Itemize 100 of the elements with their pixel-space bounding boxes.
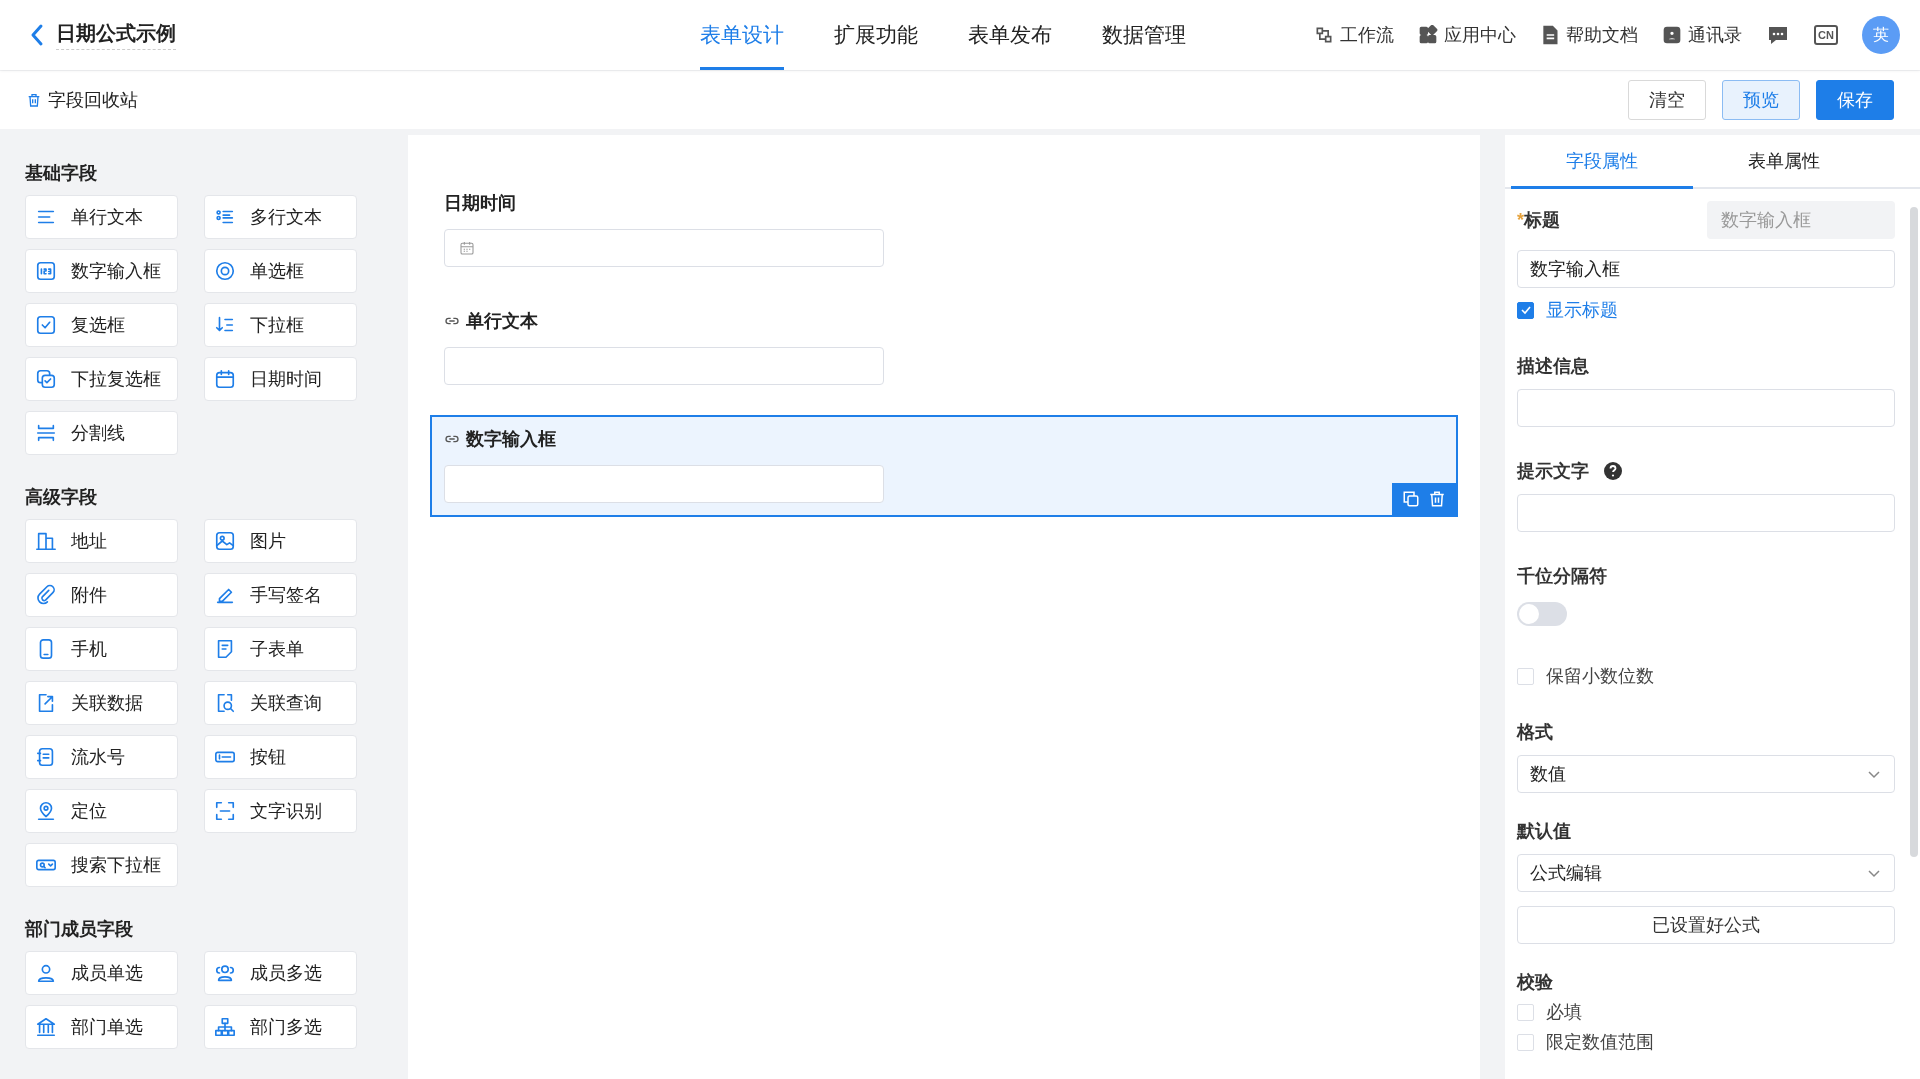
location-pin-icon xyxy=(35,800,57,822)
field-type-item[interactable]: 部门单选 xyxy=(25,1005,178,1049)
bank-icon xyxy=(35,1016,57,1038)
text-input-field[interactable] xyxy=(444,347,884,385)
field-type-item[interactable]: 部门多选 xyxy=(204,1005,357,1049)
field-type-item[interactable]: 单选框 xyxy=(204,249,357,293)
nav-tab[interactable]: 扩展功能 xyxy=(834,0,918,70)
field-type-item[interactable]: 子表单 xyxy=(204,627,357,671)
field-type-item[interactable]: 搜索下拉框 xyxy=(25,843,178,887)
flow-icon xyxy=(1314,25,1335,45)
form-field[interactable]: 日期时间 xyxy=(430,179,1458,281)
field-type-item[interactable]: 分割线 xyxy=(25,411,178,455)
language-button[interactable]: CN xyxy=(1814,25,1838,45)
field-type-item[interactable]: 关联查询 xyxy=(204,681,357,725)
field-label: 千位分隔符 xyxy=(1517,565,1608,588)
person-icon xyxy=(35,962,57,984)
checkbox-icon xyxy=(35,314,57,336)
paperclip-icon xyxy=(35,584,57,606)
field-label: 默认值 xyxy=(1517,820,1572,843)
checkbox-label: 保留小数位数 xyxy=(1546,665,1654,688)
description-input-field[interactable] xyxy=(1517,389,1895,427)
org-chart-icon xyxy=(214,1016,236,1038)
field-type-item[interactable]: 成员单选 xyxy=(25,951,178,995)
divider-icon xyxy=(35,422,57,444)
field-label: 标题 xyxy=(1524,209,1560,232)
field-type-item[interactable]: 按钮 xyxy=(204,735,357,779)
group-title: 部门成员字段 xyxy=(25,918,134,941)
group-title: 高级字段 xyxy=(25,486,98,509)
number-icon xyxy=(35,260,57,282)
nav-tab[interactable]: 数据管理 xyxy=(1102,0,1186,70)
contact-card-icon xyxy=(1662,25,1683,45)
text-input-field[interactable] xyxy=(444,465,884,503)
field-label: 校验 xyxy=(1517,971,1554,994)
field-type-item[interactable]: 下拉框 xyxy=(204,303,357,347)
image-icon xyxy=(214,530,236,552)
toolbar-link[interactable]: 帮助文档 xyxy=(1540,23,1639,47)
grid-icon xyxy=(1418,25,1439,45)
field-type-item[interactable]: 多行文本 xyxy=(204,195,357,239)
field-type-item[interactable]: 文字识别 xyxy=(204,789,357,833)
checkbox[interactable] xyxy=(1517,301,1534,319)
field-type-item[interactable]: 复选框 xyxy=(25,303,178,347)
checkbox-stack-icon xyxy=(35,368,57,390)
toolbar-link[interactable]: 工作流 xyxy=(1314,23,1395,47)
field-type-item[interactable]: 数字输入框 xyxy=(25,249,178,293)
toolbar-link[interactable]: 通讯录 xyxy=(1662,23,1743,47)
checkbox-label: 限定数值范围 xyxy=(1546,1031,1654,1054)
field-type-item[interactable]: 流水号 xyxy=(25,735,178,779)
radio-icon xyxy=(214,260,236,282)
field-type-item[interactable]: 附件 xyxy=(25,573,178,617)
calendar-icon xyxy=(459,240,475,256)
toolbar-button[interactable]: 保存 xyxy=(1816,80,1894,120)
app-title: 日期公式示例 xyxy=(56,20,176,50)
form-field[interactable]: 数字输入框 xyxy=(430,415,1458,517)
hint-input-field[interactable] xyxy=(1517,494,1895,532)
required-mark: * xyxy=(1517,209,1524,231)
back-icon[interactable] xyxy=(30,23,44,47)
trash-icon[interactable] xyxy=(1428,490,1446,508)
copy-icon[interactable] xyxy=(1402,490,1420,508)
toolbar-button[interactable]: 预览 xyxy=(1722,80,1800,120)
toolbar-link[interactable]: 应用中心 xyxy=(1418,23,1517,47)
toolbar-button[interactable]: 清空 xyxy=(1628,80,1706,120)
checkbox-label: 显示标题 xyxy=(1546,299,1618,322)
field-type-item[interactable]: 图片 xyxy=(204,519,357,563)
date-input-field[interactable] xyxy=(444,229,884,267)
field-type-tag: 数字输入框 xyxy=(1707,201,1895,239)
checkbox-label: 必填 xyxy=(1546,1001,1582,1024)
format-select[interactable]: 数值 xyxy=(1517,755,1895,793)
scan-icon xyxy=(214,800,236,822)
field-label: 日期时间 xyxy=(444,192,516,215)
field-label: 单行文本 xyxy=(466,310,538,333)
default-value-select[interactable]: 公式编辑 xyxy=(1517,854,1895,892)
check-icon xyxy=(1519,304,1532,316)
building-icon xyxy=(35,530,57,552)
help-icon[interactable] xyxy=(1603,461,1623,481)
formula-button[interactable]: 已设置好公式 xyxy=(1517,906,1895,944)
document-icon xyxy=(1540,25,1561,45)
recycle-bin-link[interactable]: 字段回收站 xyxy=(26,88,138,112)
field-label: 提示文字 xyxy=(1517,460,1589,483)
title-input-field[interactable]: 数字输入框 xyxy=(1517,250,1895,288)
field-label: 数字输入框 xyxy=(466,428,556,451)
nav-tab[interactable]: 表单发布 xyxy=(968,0,1052,70)
group-title: 基础字段 xyxy=(25,162,98,185)
field-type-item[interactable]: 单行文本 xyxy=(25,195,178,239)
field-type-item[interactable]: 手写签名 xyxy=(204,573,357,617)
people-icon xyxy=(214,962,236,984)
field-type-item[interactable]: 手机 xyxy=(25,627,178,671)
calendar-icon xyxy=(214,368,236,390)
toggle-switch[interactable] xyxy=(1517,602,1567,626)
field-type-item[interactable]: 定位 xyxy=(25,789,178,833)
field-type-item[interactable]: 成员多选 xyxy=(204,951,357,995)
panel-tab[interactable]: 字段属性 xyxy=(1511,135,1693,189)
panel-tab[interactable]: 表单属性 xyxy=(1693,135,1875,189)
field-type-item[interactable]: 日期时间 xyxy=(204,357,357,401)
form-field[interactable]: 单行文本 xyxy=(430,297,1458,399)
field-type-item[interactable]: 下拉复选框 xyxy=(25,357,178,401)
scrollbar[interactable] xyxy=(1910,207,1918,857)
trash-icon xyxy=(26,92,42,108)
field-type-item[interactable]: 地址 xyxy=(25,519,178,563)
field-type-item[interactable]: 关联数据 xyxy=(25,681,178,725)
field-label: 格式 xyxy=(1517,721,1554,744)
